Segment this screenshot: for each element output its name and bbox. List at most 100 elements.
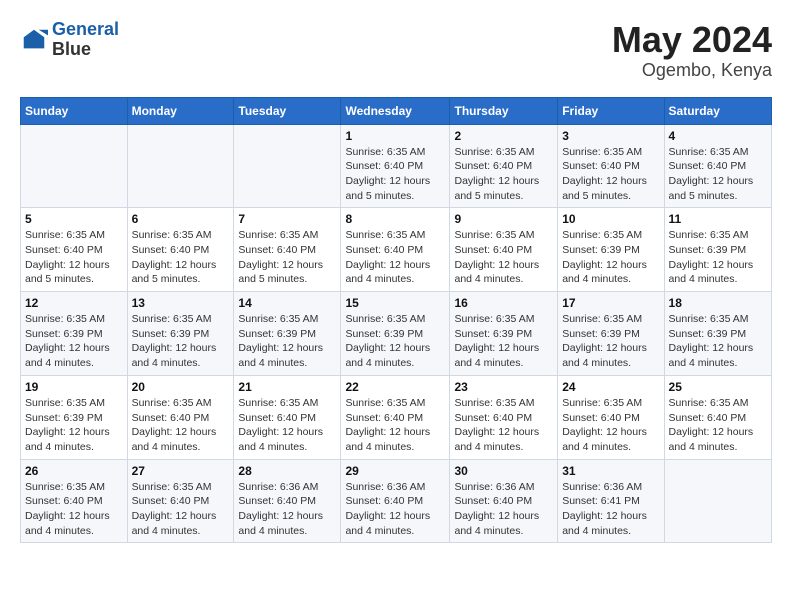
calendar-cell: 1 Sunrise: 6:35 AM Sunset: 6:40 PM Daylig… <box>341 124 450 208</box>
calendar-cell: 12 Sunrise: 6:35 AM Sunset: 6:39 PM Dayli… <box>21 292 128 376</box>
location-title: Ogembo, Kenya <box>612 60 772 81</box>
logo: GeneralBlue <box>20 20 119 60</box>
calendar-cell: 29Sunrise: 6:36 AM Sunset: 6:40 PM Dayli… <box>341 459 450 543</box>
day-number: 20 <box>132 380 230 394</box>
day-info: Sunrise: 6:36 AM Sunset: 6:40 PM Dayligh… <box>345 480 445 539</box>
day-info: Sunrise: 6:35 AM Sunset: 6:39 PM Dayligh… <box>132 312 230 371</box>
logo-text: GeneralBlue <box>52 20 119 60</box>
header-day-thursday: Thursday <box>450 97 558 124</box>
day-info: Sunrise: 6:35 AM Sunset: 6:39 PM Dayligh… <box>25 396 123 455</box>
calendar-cell: 11 Sunrise: 6:35 AM Sunset: 6:39 PM Dayli… <box>664 208 771 292</box>
day-info: Sunrise: 6:35 AM Sunset: 6:40 PM Dayligh… <box>562 396 659 455</box>
day-number: 19 <box>25 380 123 394</box>
calendar-cell: 25 Sunrise: 6:35 AM Sunset: 6:40 PM Dayli… <box>664 375 771 459</box>
calendar-cell <box>127 124 234 208</box>
calendar-cell: 19 Sunrise: 6:35 AM Sunset: 6:39 PM Dayli… <box>21 375 128 459</box>
day-number: 17 <box>562 296 659 310</box>
day-info: Sunrise: 6:35 AM Sunset: 6:40 PM Dayligh… <box>669 396 767 455</box>
calendar-cell: 14 Sunrise: 6:35 AM Sunset: 6:39 PM Dayli… <box>234 292 341 376</box>
logo-icon <box>20 26 48 54</box>
day-number: 7 <box>238 212 336 226</box>
day-number: 22 <box>345 380 445 394</box>
day-info: Sunrise: 6:35 AM Sunset: 6:40 PM Dayligh… <box>454 145 553 204</box>
day-number: 12 <box>25 296 123 310</box>
day-info: Sunrise: 6:35 AM Sunset: 6:39 PM Dayligh… <box>25 312 123 371</box>
calendar-cell: 16 Sunrise: 6:35 AM Sunset: 6:39 PM Dayli… <box>450 292 558 376</box>
calendar-cell: 23 Sunrise: 6:35 AM Sunset: 6:40 PM Dayli… <box>450 375 558 459</box>
day-info: Sunrise: 6:35 AM Sunset: 6:40 PM Dayligh… <box>345 145 445 204</box>
calendar-cell: 17 Sunrise: 6:35 AM Sunset: 6:39 PM Dayli… <box>558 292 664 376</box>
day-number: 8 <box>345 212 445 226</box>
day-info: Sunrise: 6:35 AM Sunset: 6:40 PM Dayligh… <box>238 228 336 287</box>
calendar-cell: 3 Sunrise: 6:35 AM Sunset: 6:40 PM Daylig… <box>558 124 664 208</box>
day-info: Sunrise: 6:35 AM Sunset: 6:40 PM Dayligh… <box>132 480 230 539</box>
day-number: 27 <box>132 464 230 478</box>
calendar-cell <box>21 124 128 208</box>
day-number: 1 <box>345 129 445 143</box>
day-number: 9 <box>454 212 553 226</box>
title-block: May 2024 Ogembo, Kenya <box>612 20 772 81</box>
day-number: 23 <box>454 380 553 394</box>
day-number: 4 <box>669 129 767 143</box>
day-number: 14 <box>238 296 336 310</box>
day-info: Sunrise: 6:36 AM Sunset: 6:40 PM Dayligh… <box>454 480 553 539</box>
calendar-cell: 30 Sunrise: 6:36 AM Sunset: 6:40 PM Dayli… <box>450 459 558 543</box>
header-day-wednesday: Wednesday <box>341 97 450 124</box>
calendar-table: SundayMondayTuesdayWednesdayThursdayFrid… <box>20 97 772 544</box>
calendar-cell: 24 Sunrise: 6:35 AM Sunset: 6:40 PM Dayli… <box>558 375 664 459</box>
calendar-header-row: SundayMondayTuesdayWednesdayThursdayFrid… <box>21 97 772 124</box>
day-info: Sunrise: 6:35 AM Sunset: 6:40 PM Dayligh… <box>345 228 445 287</box>
day-info: Sunrise: 6:35 AM Sunset: 6:39 PM Dayligh… <box>669 312 767 371</box>
calendar-cell: 4 Sunrise: 6:35 AM Sunset: 6:40 PM Daylig… <box>664 124 771 208</box>
calendar-cell: 20Sunrise: 6:35 AM Sunset: 6:40 PM Dayli… <box>127 375 234 459</box>
header-day-tuesday: Tuesday <box>234 97 341 124</box>
calendar-cell: 13 Sunrise: 6:35 AM Sunset: 6:39 PM Dayli… <box>127 292 234 376</box>
day-number: 26 <box>25 464 123 478</box>
day-number: 31 <box>562 464 659 478</box>
day-info: Sunrise: 6:35 AM Sunset: 6:40 PM Dayligh… <box>669 145 767 204</box>
header-day-monday: Monday <box>127 97 234 124</box>
day-info: Sunrise: 6:35 AM Sunset: 6:40 PM Dayligh… <box>132 228 230 287</box>
calendar-cell: 8 Sunrise: 6:35 AM Sunset: 6:40 PM Daylig… <box>341 208 450 292</box>
day-number: 5 <box>25 212 123 226</box>
calendar-cell: 6Sunrise: 6:35 AM Sunset: 6:40 PM Daylig… <box>127 208 234 292</box>
day-info: Sunrise: 6:36 AM Sunset: 6:41 PM Dayligh… <box>562 480 659 539</box>
day-info: Sunrise: 6:35 AM Sunset: 6:39 PM Dayligh… <box>562 312 659 371</box>
day-info: Sunrise: 6:35 AM Sunset: 6:40 PM Dayligh… <box>454 228 553 287</box>
day-info: Sunrise: 6:35 AM Sunset: 6:39 PM Dayligh… <box>562 228 659 287</box>
day-info: Sunrise: 6:35 AM Sunset: 6:40 PM Dayligh… <box>454 396 553 455</box>
day-number: 25 <box>669 380 767 394</box>
day-number: 10 <box>562 212 659 226</box>
header-day-saturday: Saturday <box>664 97 771 124</box>
day-number: 16 <box>454 296 553 310</box>
header-day-friday: Friday <box>558 97 664 124</box>
day-number: 24 <box>562 380 659 394</box>
calendar-week-row: 12 Sunrise: 6:35 AM Sunset: 6:39 PM Dayli… <box>21 292 772 376</box>
day-number: 13 <box>132 296 230 310</box>
calendar-cell: 15Sunrise: 6:35 AM Sunset: 6:39 PM Dayli… <box>341 292 450 376</box>
header-day-sunday: Sunday <box>21 97 128 124</box>
calendar-cell: 7 Sunrise: 6:35 AM Sunset: 6:40 PM Daylig… <box>234 208 341 292</box>
day-info: Sunrise: 6:36 AM Sunset: 6:40 PM Dayligh… <box>238 480 336 539</box>
day-info: Sunrise: 6:35 AM Sunset: 6:40 PM Dayligh… <box>562 145 659 204</box>
day-info: Sunrise: 6:35 AM Sunset: 6:39 PM Dayligh… <box>454 312 553 371</box>
day-number: 3 <box>562 129 659 143</box>
calendar-cell: 18Sunrise: 6:35 AM Sunset: 6:39 PM Dayli… <box>664 292 771 376</box>
calendar-cell <box>664 459 771 543</box>
calendar-cell: 31 Sunrise: 6:36 AM Sunset: 6:41 PM Dayli… <box>558 459 664 543</box>
calendar-cell: 2Sunrise: 6:35 AM Sunset: 6:40 PM Daylig… <box>450 124 558 208</box>
page-header: GeneralBlue May 2024 Ogembo, Kenya <box>20 20 772 81</box>
calendar-cell: 27 Sunrise: 6:35 AM Sunset: 6:40 PM Dayli… <box>127 459 234 543</box>
day-number: 11 <box>669 212 767 226</box>
day-number: 21 <box>238 380 336 394</box>
calendar-cell: 26Sunrise: 6:35 AM Sunset: 6:40 PM Dayli… <box>21 459 128 543</box>
calendar-cell: 10 Sunrise: 6:35 AM Sunset: 6:39 PM Dayli… <box>558 208 664 292</box>
calendar-week-row: 26 Sunrise: 6:35 AM Sunset: 6:40 PM Dayli… <box>21 459 772 543</box>
day-info: Sunrise: 6:35 AM Sunset: 6:39 PM Dayligh… <box>669 228 767 287</box>
calendar-cell: 9 Sunrise: 6:35 AM Sunset: 6:40 PM Daylig… <box>450 208 558 292</box>
month-title: May 2024 <box>612 20 772 60</box>
day-info: Sunrise: 6:35 AM Sunset: 6:40 PM Dayligh… <box>238 396 336 455</box>
day-number: 30 <box>454 464 553 478</box>
day-info: Sunrise: 6:35 AM Sunset: 6:39 PM Dayligh… <box>238 312 336 371</box>
calendar-cell: 21 Sunrise: 6:35 AM Sunset: 6:40 PM Dayli… <box>234 375 341 459</box>
